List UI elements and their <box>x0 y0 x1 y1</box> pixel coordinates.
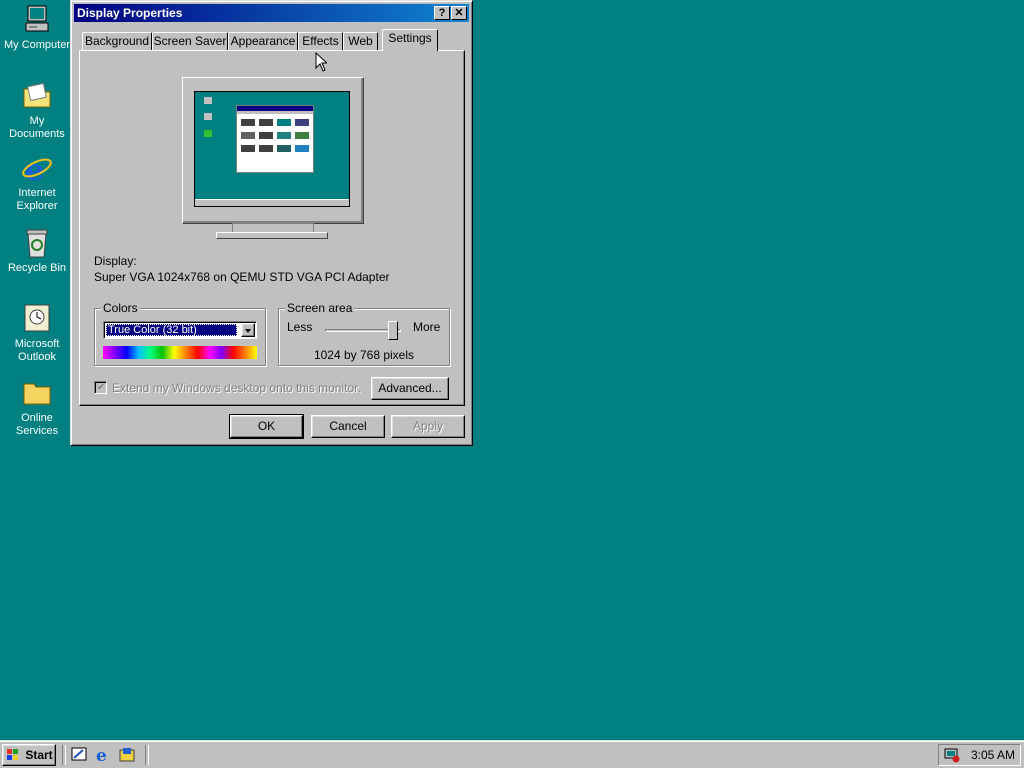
mini-taskbar <box>195 199 349 206</box>
color-spectrum-bar <box>103 346 257 359</box>
taskbar: Start e 3:05 AM <box>0 740 1024 768</box>
icon-label: Internet <box>18 187 56 199</box>
quicklaunch-outlook-icon[interactable] <box>118 746 136 764</box>
display-adapter-value: Super VGA 1024x768 on QEMU STD VGA PCI A… <box>94 270 390 284</box>
icon-label: Online <box>21 412 53 424</box>
svg-text:e: e <box>96 746 107 763</box>
title-bar[interactable]: Display Properties ? ✕ <box>74 4 469 22</box>
help-icon: ? <box>438 7 446 19</box>
settings-panel: Display: Super VGA 1024x768 on QEMU STD … <box>79 50 465 406</box>
clock[interactable]: 3:05 AM <box>971 748 1015 762</box>
desktop-icon-recycle-bin[interactable]: Recycle Bin <box>2 227 72 275</box>
monitor-screen <box>194 91 350 207</box>
slider-less-label: Less <box>287 320 313 334</box>
slider-thumb[interactable] <box>388 321 398 340</box>
computer-icon <box>21 4 53 36</box>
desktop-icon-microsoft-outlook[interactable]: Microsoft Outlook <box>2 303 72 364</box>
tab-appearance[interactable]: Appearance <box>228 32 298 51</box>
mini-desktop-icons <box>201 97 215 137</box>
close-button[interactable]: ✕ <box>451 6 467 20</box>
monitor-preview <box>180 77 364 247</box>
slider-more-label: More <box>413 320 441 334</box>
desktop-icon-my-documents[interactable]: My Documents <box>2 80 72 141</box>
cancel-button[interactable]: Cancel <box>311 415 385 438</box>
desktop-icon-my-computer[interactable]: My Computer <box>2 4 72 52</box>
svg-text:e: e <box>25 153 44 184</box>
icon-label: My Documents <box>9 115 65 140</box>
colors-group: Colors True Color (32 bit) <box>94 301 266 366</box>
tab-screen-saver[interactable]: Screen Saver <box>152 32 228 51</box>
colors-selected-value: True Color (32 bit) <box>106 324 237 336</box>
mouse-cursor-icon <box>315 51 329 75</box>
colors-dropdown-button[interactable] <box>241 323 255 337</box>
extend-desktop-label: Extend my Windows desktop onto this moni… <box>112 381 361 395</box>
chevron-down-icon <box>245 329 251 333</box>
outlook-icon <box>21 303 53 335</box>
screen-area-legend: Screen area <box>285 301 355 315</box>
screen-area-value: 1024 by 768 pixels <box>313 348 415 362</box>
extend-desktop-checkbox[interactable]: ✔ <box>94 381 107 394</box>
tab-effects[interactable]: Effects <box>298 32 343 51</box>
colors-dropdown[interactable]: True Color (32 bit) <box>103 321 257 339</box>
icon-label: Microsoft <box>14 338 60 350</box>
icon-label: Recycle Bin <box>7 262 67 274</box>
taskbar-separator <box>62 745 66 765</box>
apply-button[interactable]: Apply <box>391 415 465 438</box>
icon-label: Explorer <box>16 200 58 212</box>
screen-area-group: Screen area Less More 1024 by 768 pixels <box>278 301 450 366</box>
taskbar-separator <box>145 745 149 765</box>
windows-logo-icon <box>6 748 20 762</box>
colors-legend: Colors <box>101 301 140 315</box>
ok-button[interactable]: OK <box>229 414 304 439</box>
start-label: Start <box>25 748 53 762</box>
display-settings-tray-icon[interactable] <box>944 747 960 763</box>
screen-area-slider[interactable] <box>325 321 401 341</box>
icon-label: Outlook <box>18 351 56 363</box>
close-icon: ✕ <box>454 7 464 19</box>
tab-background[interactable]: Background <box>82 32 152 51</box>
advanced-button[interactable]: Advanced... <box>371 377 449 400</box>
quicklaunch-desktop-icon[interactable] <box>70 746 88 764</box>
checkmark-icon: ✔ <box>97 382 106 393</box>
window-title: Display Properties <box>77 6 183 20</box>
icon-label: My Computer <box>3 39 71 51</box>
display-properties-window: Display Properties ? ✕ Background Screen… <box>70 0 473 446</box>
desktop-icon-online-services[interactable]: Online Services <box>2 377 72 438</box>
documents-folder-icon <box>21 80 53 112</box>
mini-window <box>236 105 314 173</box>
display-label: Display: <box>94 254 137 268</box>
help-button[interactable]: ? <box>434 6 450 20</box>
recycle-bin-icon <box>21 227 53 259</box>
internet-explorer-icon: e <box>21 152 53 188</box>
tab-settings[interactable]: Settings <box>382 29 438 51</box>
system-tray: 3:05 AM <box>938 744 1021 766</box>
desktop-icon-internet-explorer[interactable]: e Internet Explorer <box>2 152 72 213</box>
icon-label: Services <box>15 425 59 437</box>
start-button[interactable]: Start <box>2 744 56 766</box>
tab-web[interactable]: Web <box>343 32 378 51</box>
quicklaunch-ie-icon[interactable]: e <box>94 745 112 766</box>
folder-icon <box>21 377 53 409</box>
